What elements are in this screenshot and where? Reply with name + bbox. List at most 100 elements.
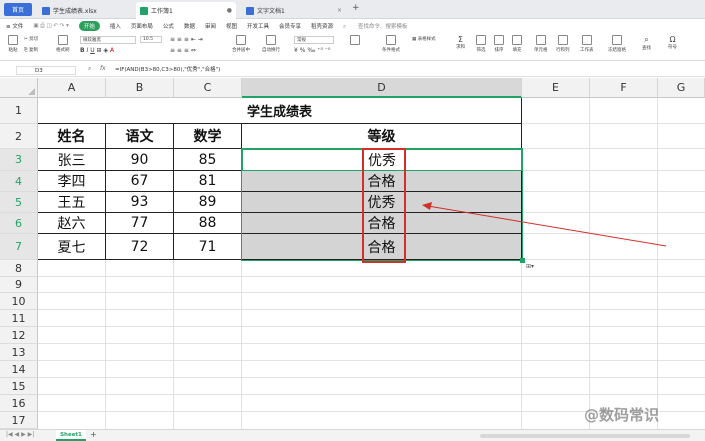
table-cell-math[interactable]: 71 xyxy=(174,234,242,260)
table-cell-name[interactable]: 夏七 xyxy=(38,234,106,260)
menu-file[interactable]: ≡ 文件 xyxy=(6,22,23,30)
header-chinese[interactable]: 语文 xyxy=(106,124,174,149)
table-style-button[interactable]: ▦ 表格样式 xyxy=(412,36,436,42)
search-command[interactable]: ⌕ 查找命令、搜索模板 xyxy=(343,22,417,31)
row-header-5[interactable]: 5 xyxy=(0,192,38,213)
table-cell-name[interactable]: 王五 xyxy=(38,192,106,213)
fx-icon[interactable]: fx xyxy=(100,65,106,72)
row-header-13[interactable]: 13 xyxy=(0,344,38,361)
number-format-select[interactable]: 常规 xyxy=(294,36,334,44)
select-all-corner[interactable] xyxy=(0,78,38,98)
font-style-buttons[interactable]: B I U ⊞ ◈ A xyxy=(80,47,114,54)
col-header-d[interactable]: D xyxy=(242,78,522,98)
menu-review[interactable]: 审阅 xyxy=(205,22,216,30)
row-header-6[interactable]: 6 xyxy=(0,213,38,234)
symbol-button[interactable]: Ω 符号 xyxy=(668,35,677,50)
menu-formula[interactable]: 公式 xyxy=(163,22,174,30)
header-grade[interactable]: 等级 xyxy=(242,124,522,149)
col-header-c[interactable]: C xyxy=(174,78,242,98)
quick-access-icons[interactable]: ▣ ⎙ ◫ ↶ ↷ ▾ xyxy=(33,23,69,30)
copy-button[interactable]: ⎘ 复制 xyxy=(24,47,38,53)
tab-doc1[interactable]: 学生成绩表.xlsx xyxy=(38,2,130,19)
sum-button[interactable]: Σ 求和 xyxy=(456,35,465,50)
row-header-8[interactable]: 8 xyxy=(0,260,38,277)
menu-features[interactable]: 稻壳资源 xyxy=(311,22,333,30)
align-buttons-2[interactable]: ≡ ≡ ≡ ⇔ xyxy=(170,47,196,54)
row-header-16[interactable]: 16 xyxy=(0,395,38,412)
table-cell-math[interactable]: 81 xyxy=(174,171,242,192)
header-name[interactable]: 姓名 xyxy=(38,124,106,149)
zoom-icon[interactable]: ⌕ xyxy=(88,65,91,73)
menu-dev[interactable]: 开发工具 xyxy=(247,22,269,30)
row-header-14[interactable]: 14 xyxy=(0,361,38,378)
close-icon[interactable]: × xyxy=(337,7,342,14)
table-cell-chinese[interactable]: 90 xyxy=(106,149,174,171)
table-cell-chinese[interactable]: 67 xyxy=(106,171,174,192)
close-icon[interactable]: ● xyxy=(227,7,232,14)
number-buttons[interactable]: ¥ % ‰ ⁺⁰ ⁻⁰ xyxy=(294,47,330,54)
table-cell-name[interactable]: 赵六 xyxy=(38,213,106,234)
col-header-a[interactable]: A xyxy=(38,78,106,98)
table-cell-math[interactable]: 89 xyxy=(174,192,242,213)
table-cell-name[interactable]: 张三 xyxy=(38,149,106,171)
menu-data[interactable]: 数据 xyxy=(184,22,195,30)
add-sheet-button[interactable]: + xyxy=(90,430,97,439)
freeze-button[interactable]: 冻结窗格 xyxy=(608,35,626,53)
sheet-tab-sheet1[interactable]: Sheet1 xyxy=(56,430,86,441)
convert-button[interactable] xyxy=(350,35,360,47)
worksheet-button[interactable]: 工作表 xyxy=(580,35,594,53)
font-size-select[interactable]: 10.5 xyxy=(140,36,162,43)
menu-start[interactable]: 开始 xyxy=(78,21,100,31)
name-box[interactable]: D3 xyxy=(16,66,76,75)
wrap-button[interactable]: 自动换行 xyxy=(262,35,280,53)
menu-view[interactable]: 视图 xyxy=(226,22,237,30)
table-cell-chinese[interactable]: 72 xyxy=(106,234,174,260)
fill-handle[interactable] xyxy=(520,258,525,263)
table-cell-name[interactable]: 李四 xyxy=(38,171,106,192)
row-header-17[interactable]: 17 xyxy=(0,412,38,429)
row-header-9[interactable]: 9 xyxy=(0,277,38,293)
new-tab-button[interactable]: + xyxy=(352,3,360,13)
row-header-2[interactable]: 2 xyxy=(0,124,38,149)
row-header-3[interactable]: 3 xyxy=(0,149,38,171)
align-buttons[interactable]: ≡ ≡ ≡ ⇤ ⇥ xyxy=(170,36,203,43)
fill-button[interactable]: 填充 xyxy=(512,35,522,53)
font-select[interactable]: 微软雅黑 xyxy=(80,36,136,44)
row-header-7[interactable]: 7 xyxy=(0,234,38,260)
menu-member[interactable]: 会员专享 xyxy=(279,22,301,30)
horizontal-scrollbar[interactable] xyxy=(480,434,690,438)
home-tab[interactable]: 首页 xyxy=(4,3,32,16)
col-header-g[interactable]: G xyxy=(658,78,705,98)
paste-button[interactable]: 粘贴 xyxy=(8,35,18,53)
row-header-15[interactable]: 15 xyxy=(0,378,38,395)
row-header-12[interactable]: 12 xyxy=(0,327,38,344)
row-header-1[interactable]: 1 xyxy=(0,98,38,124)
sheet-nav-arrows[interactable]: |◀ ◀ ▶ ▶| xyxy=(6,431,34,438)
cell-button[interactable]: 单元格 xyxy=(534,35,548,53)
table-cell-chinese[interactable]: 77 xyxy=(106,213,174,234)
menu-insert[interactable]: 插入 xyxy=(110,22,121,30)
table-cell-math[interactable]: 85 xyxy=(174,149,242,171)
header-math[interactable]: 数学 xyxy=(174,124,242,149)
col-header-f[interactable]: F xyxy=(590,78,658,98)
merge-button[interactable]: 合并居中 xyxy=(232,35,250,53)
tab-workbook[interactable]: 工作簿1 ● xyxy=(136,2,236,19)
table-cell-chinese[interactable]: 93 xyxy=(106,192,174,213)
quick-analysis-icon[interactable]: ⊞▾ xyxy=(526,263,534,270)
row-header-4[interactable]: 4 xyxy=(0,171,38,192)
col-header-b[interactable]: B xyxy=(106,78,174,98)
formula-input[interactable]: =IF(AND(B3>80,C3>80),"优秀","合格") xyxy=(115,65,220,73)
filter-button[interactable]: 筛选 xyxy=(476,35,486,53)
col-header-e[interactable]: E xyxy=(522,78,590,98)
row-header-11[interactable]: 11 xyxy=(0,310,38,327)
table-title[interactable]: 学生成绩表 xyxy=(38,98,522,124)
format-painter-button[interactable]: 格式刷 xyxy=(56,35,70,53)
row-header-10[interactable]: 10 xyxy=(0,293,38,310)
cut-button[interactable]: ✂ 剪切 xyxy=(24,36,38,42)
find-button[interactable]: ⌕ 查找 xyxy=(642,35,651,51)
menu-page-layout[interactable]: 页面布局 xyxy=(131,22,153,30)
table-cell-math[interactable]: 88 xyxy=(174,213,242,234)
row-col-button[interactable]: 行和列 xyxy=(556,35,570,53)
cond-format-button[interactable]: 条件格式 xyxy=(382,35,400,53)
tab-doc3[interactable]: 文字文档1 × xyxy=(242,2,346,19)
